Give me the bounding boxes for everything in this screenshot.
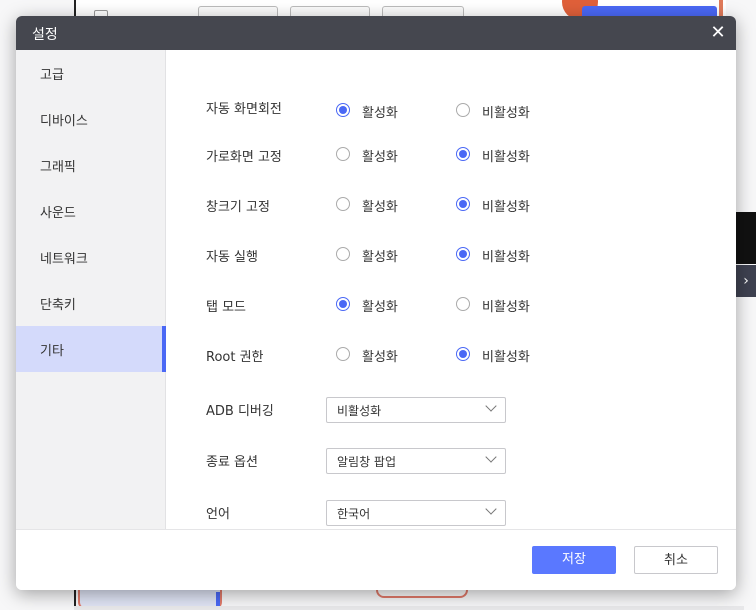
sidebar-item-sound[interactable]: 사운드	[16, 188, 165, 234]
cancel-button[interactable]: 취소	[634, 546, 718, 574]
settings-sidebar: 고급 디바이스 그래픽 사운드 네트워크 단축키 기타	[16, 50, 166, 529]
chevron-down-icon	[485, 503, 497, 515]
close-icon[interactable]: ✕	[708, 23, 728, 43]
radio-dot	[336, 147, 350, 161]
sidebar-item-label: 단축키	[40, 298, 76, 313]
dialog-title: 설정	[32, 27, 58, 43]
chevron-down-icon	[485, 400, 497, 412]
sidebar-item-network[interactable]: 네트워크	[16, 234, 165, 280]
setting-label-auto-rotate: 자동 화면회전	[206, 102, 282, 117]
radio-dot	[336, 297, 350, 311]
exit-option-select[interactable]: 알림창 팝업	[326, 448, 506, 474]
setting-label-language: 언어	[206, 507, 230, 522]
dialog-titlebar: 설정 ✕	[16, 16, 736, 50]
setting-label-auto-start: 자동 실행	[206, 250, 258, 265]
language-select[interactable]: 한국어	[326, 500, 506, 526]
save-button[interactable]: 저장	[532, 546, 616, 574]
sidebar-item-advanced[interactable]: 고급	[16, 50, 165, 96]
setting-label-landscape-lock: 가로화면 고정	[206, 150, 282, 165]
radio-label: 활성화	[362, 150, 398, 165]
app-frame-bottom	[74, 606, 744, 610]
settings-content: 자동 화면회전 활성화 비활성화 가로화면 고정 활성화 비활성화 창크기 고정…	[166, 50, 736, 529]
radio-dot	[336, 247, 350, 261]
bg-card	[376, 590, 468, 598]
setting-label-root: Root 권한	[206, 350, 264, 365]
radio-label: 비활성화	[482, 300, 530, 315]
chevron-down-icon	[485, 451, 497, 463]
setting-label-tab-mode: 탭 모드	[206, 300, 247, 315]
radio-label: 비활성화	[482, 200, 530, 215]
radio-label: 비활성화	[482, 106, 530, 121]
setting-label-adb-debug: ADB 디버깅	[206, 404, 274, 419]
radio-dot	[456, 197, 470, 211]
sidebar-item-label: 사운드	[40, 206, 76, 221]
sidebar-item-label: 기타	[40, 344, 64, 359]
radio-label: 활성화	[362, 300, 398, 315]
sidebar-item-label: 네트워크	[40, 252, 88, 267]
select-value: 알림창 팝업	[337, 455, 397, 469]
adb-debug-select[interactable]: 비활성화	[326, 397, 506, 423]
radio-dot	[456, 247, 470, 261]
dialog-footer: 저장 취소	[16, 529, 736, 590]
radio-label: 비활성화	[482, 150, 530, 165]
radio-dot	[456, 103, 470, 117]
sidebar-item-label: 그래픽	[40, 160, 76, 175]
radio-dot	[336, 347, 350, 361]
sidebar-item-other[interactable]: 기타	[16, 326, 166, 372]
radio-label: 활성화	[362, 250, 398, 265]
radio-dot	[456, 297, 470, 311]
radio-label: 활성화	[362, 200, 398, 215]
sidebar-item-device[interactable]: 디바이스	[16, 96, 165, 142]
sidebar-item-label: 고급	[40, 68, 64, 83]
sidebar-item-shortcuts[interactable]: 단축키	[16, 280, 165, 326]
radio-dot	[456, 147, 470, 161]
select-value: 한국어	[337, 507, 371, 521]
bg-side-expand-icon: ›	[736, 265, 756, 297]
sidebar-item-label: 디바이스	[40, 114, 88, 129]
bg-side-panel	[736, 212, 756, 264]
radio-dot	[456, 347, 470, 361]
radio-label: 활성화	[362, 350, 398, 365]
radio-dot	[336, 197, 350, 211]
radio-label: 비활성화	[482, 250, 530, 265]
settings-dialog: 설정 ✕ 고급 디바이스 그래픽 사운드 네트워크 단축키 기타 자동 화면회전…	[16, 16, 736, 590]
radio-label: 활성화	[362, 106, 398, 121]
setting-label-window-size-lock: 창크기 고정	[206, 200, 270, 215]
select-value: 비활성화	[337, 404, 382, 418]
radio-label: 비활성화	[482, 350, 530, 365]
radio-dot	[336, 103, 350, 117]
sidebar-item-graphics[interactable]: 그래픽	[16, 142, 165, 188]
setting-label-exit-option: 종료 옵션	[206, 455, 258, 470]
